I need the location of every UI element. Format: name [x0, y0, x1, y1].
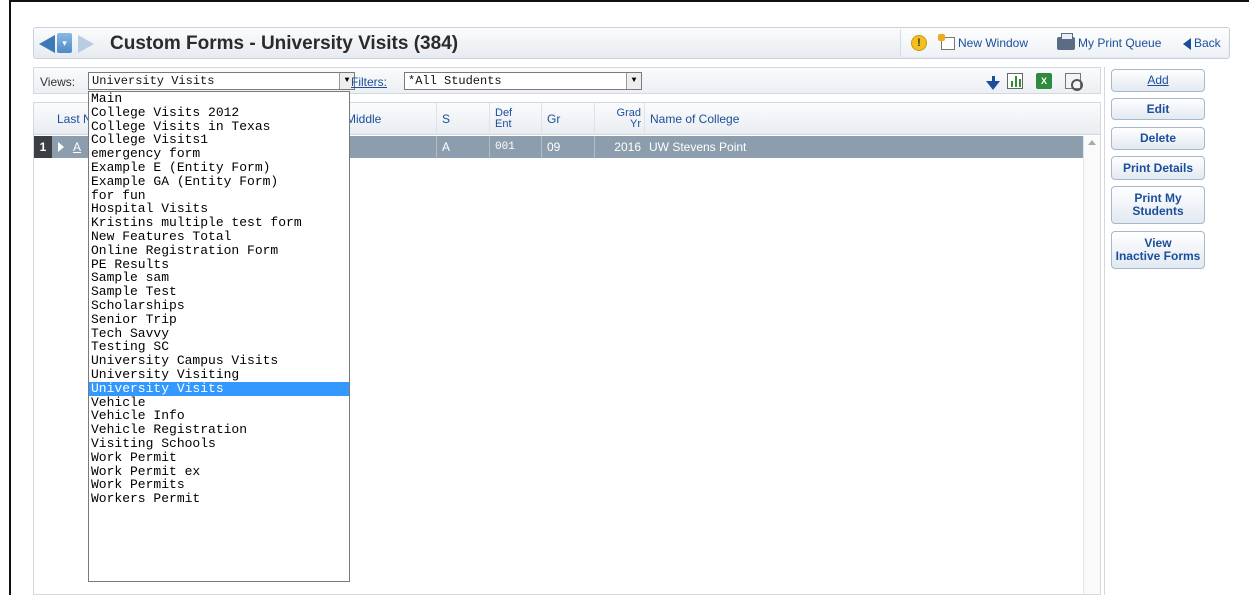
cell-def-ent: 001: [489, 136, 541, 158]
dropdown-option[interactable]: PE Results: [89, 258, 349, 272]
views-bar: Views: University Visits ▼ Filters: *All…: [33, 67, 1101, 94]
forward-arrow-icon[interactable]: [78, 35, 94, 53]
dropdown-option[interactable]: Vehicle: [89, 396, 349, 410]
views-select-value: University Visits: [92, 74, 215, 88]
print-queue-link[interactable]: My Print Queue: [1057, 33, 1162, 51]
dropdown-option[interactable]: Vehicle Registration: [89, 423, 349, 437]
dropdown-option[interactable]: for fun: [89, 189, 349, 203]
new-window-label: New Window: [958, 36, 1029, 50]
column-grad-yr-line2: Yr: [630, 118, 641, 130]
column-gr[interactable]: Gr: [541, 103, 594, 135]
back-link[interactable]: Back: [1183, 36, 1221, 50]
action-panel: Add Edit Delete Print Details Print My S…: [1104, 67, 1230, 595]
dropdown-option[interactable]: Senior Trip: [89, 313, 349, 327]
dropdown-option[interactable]: Example E (Entity Form): [89, 161, 349, 175]
dropdown-option[interactable]: College Visits 2012: [89, 106, 349, 120]
cell-last-name[interactable]: A: [68, 136, 81, 158]
print-my-students-line2: Students: [1132, 204, 1184, 218]
column-s[interactable]: S: [436, 103, 489, 135]
dropdown-option[interactable]: College Visits in Texas: [89, 120, 349, 134]
dropdown-option[interactable]: Example GA (Entity Form): [89, 175, 349, 189]
row-number: 1: [34, 136, 52, 158]
dropdown-option[interactable]: New Features Total: [89, 230, 349, 244]
column-middle[interactable]: Middle: [340, 103, 436, 135]
new-window-icon: [938, 34, 955, 51]
column-def-ent-line2: Ent: [495, 118, 512, 130]
filters-link[interactable]: Filters:: [351, 75, 387, 89]
dropdown-option[interactable]: Vehicle Info: [89, 409, 349, 423]
dropdown-option[interactable]: Work Permits: [89, 478, 349, 492]
dropdown-option[interactable]: emergency form: [89, 147, 349, 161]
view-inactive-forms-button[interactable]: View Inactive Forms: [1111, 231, 1205, 269]
dropdown-option[interactable]: Scholarships: [89, 299, 349, 313]
dropdown-option[interactable]: University Visiting: [89, 368, 349, 382]
dropdown-option[interactable]: Main: [89, 92, 349, 106]
dropdown-option[interactable]: University Visits: [89, 381, 349, 396]
page-header: ▾ Custom Forms - University Visits (384)…: [33, 27, 1230, 59]
dropdown-option[interactable]: Sample sam: [89, 271, 349, 285]
print-queue-label: My Print Queue: [1078, 36, 1162, 50]
dropdown-option[interactable]: Hospital Visits: [89, 202, 349, 216]
back-arrow-icon[interactable]: [39, 35, 55, 53]
back-icon: [1183, 37, 1191, 50]
cell-grad-yr: 2016: [594, 136, 644, 158]
views-select[interactable]: University Visits ▼: [88, 72, 355, 90]
filter-funnel-icon[interactable]: [985, 73, 1001, 90]
scroll-up-icon[interactable]: [1088, 140, 1096, 145]
column-college-name[interactable]: Name of College: [644, 103, 1084, 135]
cell-college-name: UW Stevens Point: [649, 140, 747, 154]
chart-icon[interactable]: [1007, 73, 1023, 89]
filters-select-value: *All Students: [408, 74, 502, 88]
printer-icon: [1057, 33, 1075, 51]
dropdown-option[interactable]: Online Registration Form: [89, 244, 349, 258]
dropdown-option[interactable]: Visiting Schools: [89, 437, 349, 451]
dropdown-option[interactable]: Work Permit ex: [89, 465, 349, 479]
cell-gr: 09: [541, 136, 594, 158]
row-expand-icon[interactable]: [58, 142, 64, 152]
page-title: Custom Forms - University Visits (384): [110, 33, 459, 54]
header-toolbar: ! New Window My Print Queue Back: [900, 29, 1228, 57]
edit-button[interactable]: Edit: [1111, 98, 1205, 120]
dropdown-option[interactable]: Workers Permit: [89, 492, 349, 506]
dropdown-option[interactable]: Kristins multiple test form: [89, 216, 349, 230]
views-dropdown-list[interactable]: Main College Visits 2012 College Visits in…: [88, 91, 350, 582]
history-dropdown-icon[interactable]: ▾: [57, 33, 72, 53]
views-label: Views:: [40, 75, 76, 89]
column-def-ent[interactable]: Def Ent: [489, 103, 541, 135]
dropdown-option[interactable]: Sample Test: [89, 285, 349, 299]
dropdown-option[interactable]: Testing SC: [89, 340, 349, 354]
grid-scrollbar[interactable]: [1083, 136, 1100, 594]
dropdown-option[interactable]: Work Permit: [89, 451, 349, 465]
column-grad-yr[interactable]: Grad Yr: [594, 103, 644, 135]
delete-button[interactable]: Delete: [1111, 127, 1205, 150]
excel-export-icon[interactable]: X: [1036, 73, 1052, 89]
frame-border-top: [9, 0, 1249, 2]
cell-s: A: [436, 136, 489, 158]
add-button[interactable]: Add: [1111, 69, 1205, 92]
dropdown-option[interactable]: College Visits1: [89, 133, 349, 147]
chevron-down-icon[interactable]: ▼: [626, 73, 641, 89]
alert-icon[interactable]: !: [911, 35, 927, 51]
view-inactive-forms-line2: Inactive Forms: [1115, 249, 1201, 263]
frame-border-left: [9, 0, 11, 595]
dropdown-option[interactable]: Tech Savvy: [89, 327, 349, 341]
dropdown-option[interactable]: University Campus Visits: [89, 354, 349, 368]
back-label: Back: [1194, 36, 1221, 50]
filters-select[interactable]: *All Students ▼: [404, 72, 642, 90]
print-preview-icon[interactable]: [1065, 73, 1083, 91]
print-details-button[interactable]: Print Details: [1111, 156, 1205, 180]
print-my-students-button[interactable]: Print My Students: [1111, 186, 1205, 224]
new-window-link[interactable]: New Window: [938, 34, 1029, 51]
